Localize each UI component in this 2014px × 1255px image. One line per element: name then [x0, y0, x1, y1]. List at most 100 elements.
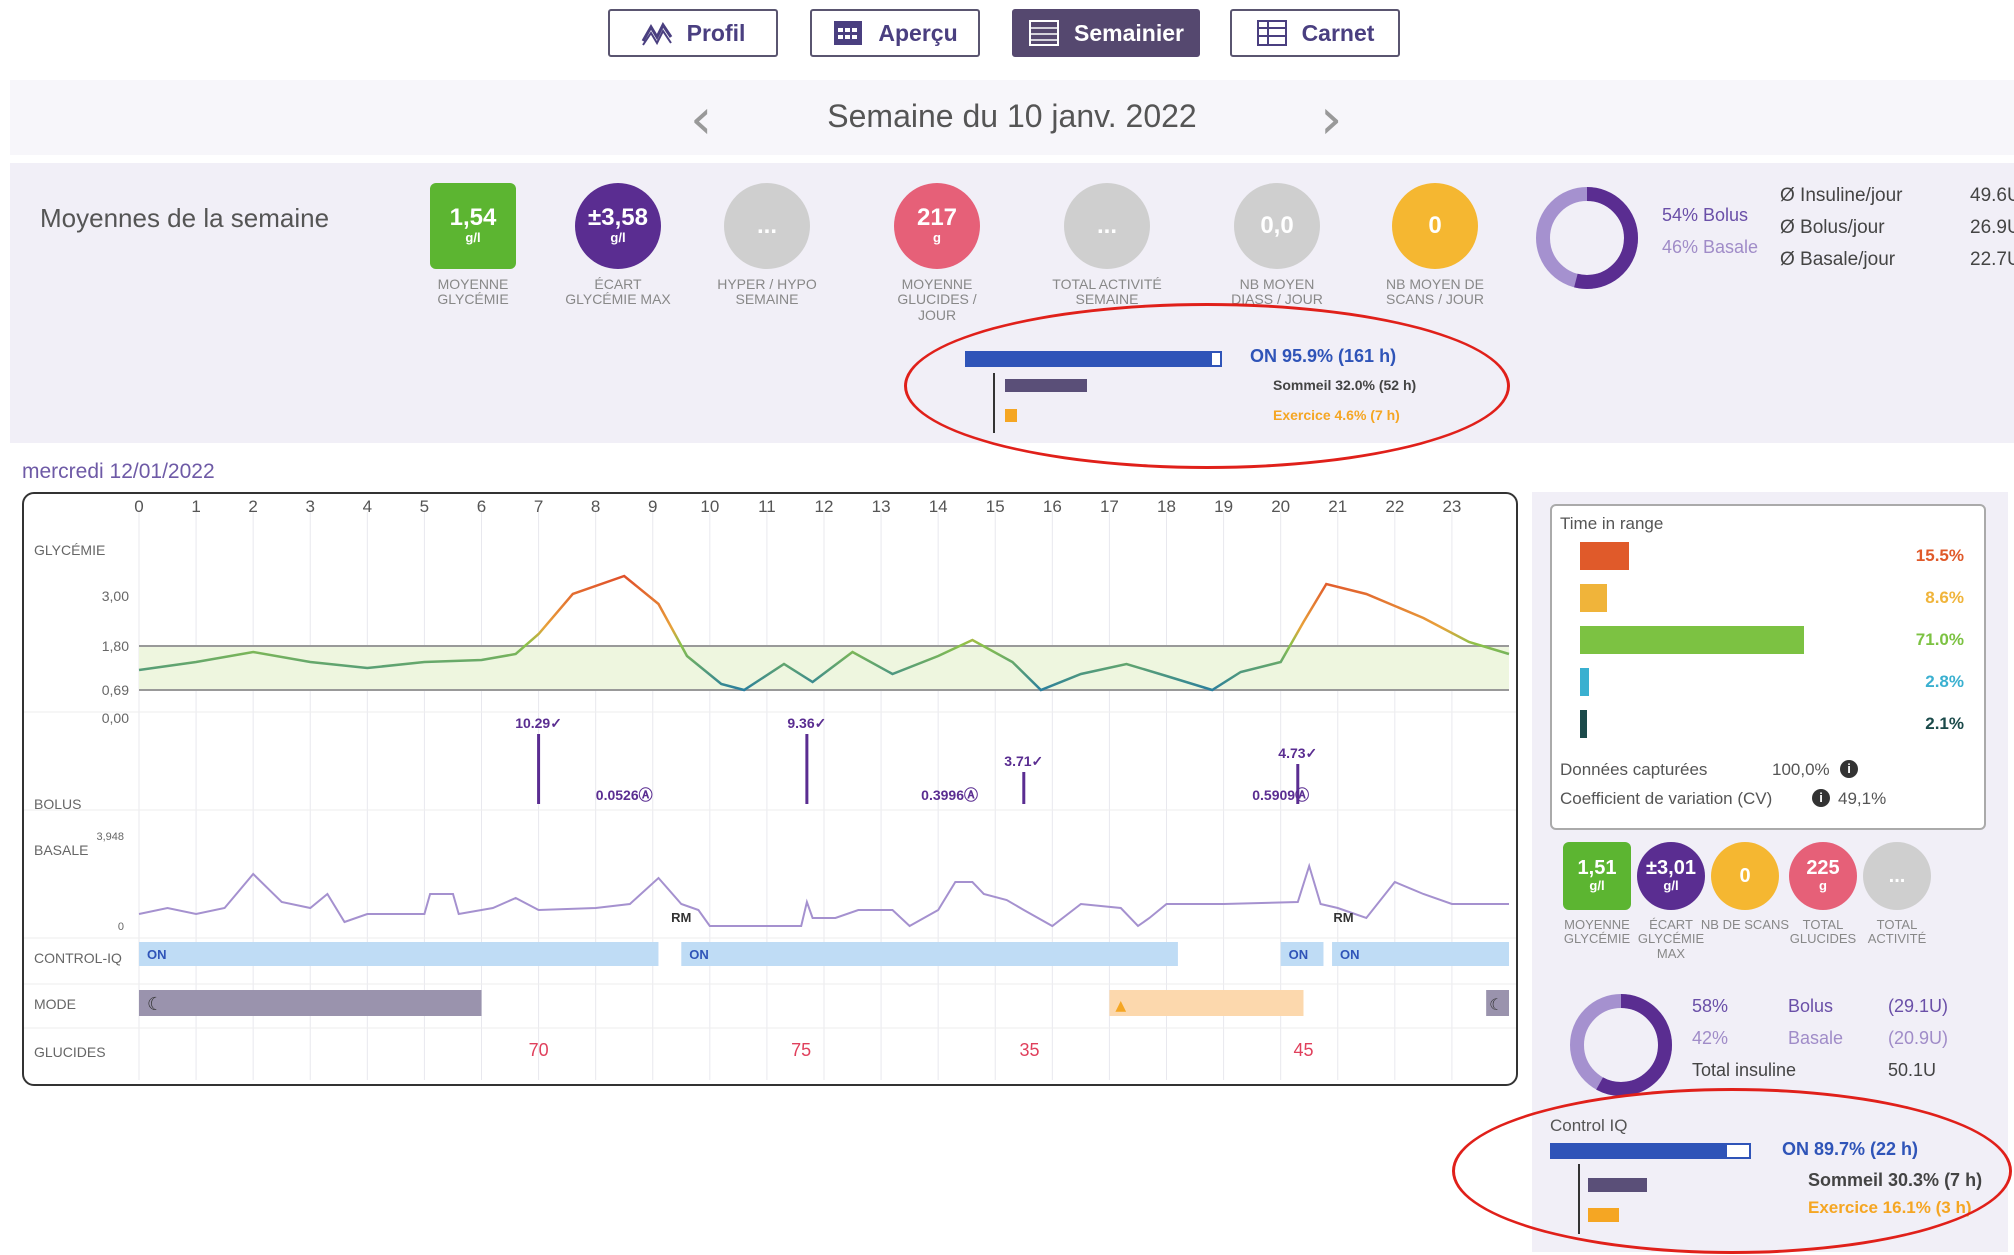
day-stat-caption: TOTAL ACTIVITÉ: [1867, 917, 1927, 947]
hour-tick-label: 18: [1157, 497, 1176, 516]
cv-value: 49,1%: [1838, 789, 1887, 808]
day-total-insulin-value: 50.1U: [1888, 1060, 1937, 1080]
weekly-stat-caption: MOYENNE GLUCIDES / JOUR: [897, 276, 977, 323]
tab-carnet[interactable]: Carnet: [1230, 9, 1400, 57]
day-stat-badge: ...: [1863, 842, 1931, 910]
hour-tick-label: 3: [306, 497, 315, 516]
day-chart: 0 1 2 3 4 5 6 7 8 9 10 11 12 13 14 15 16 17 18 19 20 21 22 23 3,…: [22, 492, 1518, 1086]
tir-value: 2.1%: [1925, 714, 1964, 733]
controliq-segment-label: ON: [1340, 947, 1360, 962]
captured-data-value: 100,0%: [1772, 760, 1830, 779]
tir-value: 15.5%: [1915, 546, 1964, 565]
glycemie-y-tick: 0,00: [102, 710, 129, 726]
tir-value: 71.0%: [1915, 630, 1964, 649]
row-label-glycemie: GLYCÉMIE: [34, 542, 106, 558]
bolus-label: 3.71✓: [1004, 753, 1043, 769]
weekly-stat-caption: ÉCART GLYCÉMIE MAX: [565, 276, 671, 308]
day-chart-svg: 0 1 2 3 4 5 6 7 8 9 10 11 12 13 14 15 16 17 18 19 20 21 22 233,…: [24, 497, 1516, 1080]
hour-tick-label: 1: [191, 497, 200, 516]
day-basale-label: Basale: [1788, 1028, 1844, 1048]
weekly-stat-badge: ...: [724, 183, 810, 269]
day-stat-badge: ±3,01 g/l: [1637, 842, 1705, 910]
weekly-insulin-donut: [1536, 187, 1638, 289]
auto-bolus-label: 0.5909Ⓐ: [1252, 787, 1309, 803]
exercise-mode-bar: [1109, 990, 1304, 1016]
cv-info-icon[interactable]: i: [1812, 789, 1830, 807]
highlight-oval-weekly-controliq: [904, 303, 1510, 469]
hour-tick-label: 11: [758, 497, 776, 516]
day-stat-value: 0: [1739, 865, 1751, 887]
day-stat-unit: g/l: [1589, 878, 1605, 894]
hour-tick-label: 14: [929, 497, 948, 516]
weekly-stat: 0 NB MOYEN DE SCANS / JOUR: [1370, 183, 1500, 308]
tab-apercu[interactable]: Aperçu: [810, 9, 980, 57]
highlight-oval-day-controliq: [1452, 1088, 2012, 1254]
row-label-mode: MODE: [34, 996, 76, 1012]
next-week-chevron-icon[interactable]: ›: [1320, 92, 1342, 148]
week-navigator: ‹ Semaine du 10 janv. 2022 ›: [10, 80, 2014, 155]
hour-tick-label: 20: [1271, 497, 1290, 516]
weekly-insulin-value: 26.9U: [1970, 217, 2014, 238]
row-label-controliq: CONTROL-IQ: [34, 950, 122, 966]
weekly-stat-caption: NB MOYEN DE SCANS / JOUR: [1385, 276, 1484, 308]
day-stat-unit: g: [1819, 878, 1827, 894]
target-range-band: [139, 646, 1509, 690]
hour-tick-label: 22: [1385, 497, 1404, 516]
weekly-averages-label: Moyennes de la semaine: [40, 203, 330, 233]
day-bolus-label: Bolus: [1788, 996, 1834, 1016]
controliq-segment-label: ON: [689, 947, 709, 962]
weekly-stat-caption: TOTAL ACTIVITÉ SEMAINE: [1052, 276, 1162, 308]
hour-tick-label: 19: [1214, 497, 1233, 516]
tab-profil[interactable]: Profil: [608, 9, 778, 57]
weekly-stat-unit: g: [933, 230, 941, 246]
captured-data-label: Données capturées: [1560, 760, 1708, 779]
glycemie-y-tick: 0,69: [102, 682, 129, 698]
tab-semainier[interactable]: Semainier: [1012, 9, 1200, 57]
day-basale-units: (20.9U): [1888, 1028, 1949, 1048]
tab-semainier-label: Semainier: [1074, 19, 1184, 46]
row-label-glucides: GLUCIDES: [34, 1044, 106, 1060]
cv-label: Coefficient de variation (CV): [1560, 789, 1773, 808]
day-stat-value: 225: [1806, 857, 1840, 880]
weekly-stat-unit: g/l: [610, 230, 626, 246]
weekly-stat-badge: ...: [1064, 183, 1150, 269]
weekly-stat-value: 0,0: [1260, 212, 1294, 239]
week-grid-icon: [1029, 20, 1060, 46]
hour-tick-label: 4: [363, 497, 372, 516]
rm-label: RM: [671, 910, 691, 925]
day-bolus-percent: 58%: [1692, 996, 1729, 1016]
weekly-bolus-percent: 54% Bolus: [1662, 205, 1749, 225]
weekly-stat: 1,54 g/l MOYENNE GLYCÉMIE: [408, 183, 538, 308]
week-title: Semaine du 10 janv. 2022: [827, 98, 1197, 134]
weekly-insulin-label: Ø Bolus/jour: [1780, 217, 1885, 238]
time-in-range-box: Time in range 15.5% 8.6% 71.0% 2.8% 2.1% Don…: [1550, 504, 1986, 830]
tab-profil-label: Profil: [686, 19, 746, 46]
day-basale-percent: 42%: [1692, 1028, 1729, 1048]
weekly-stat-value: ...: [1096, 212, 1117, 239]
profile-chart-icon: [641, 22, 672, 46]
glucides-value: 45: [1293, 1040, 1313, 1060]
weekly-stat-value: 1,54: [449, 204, 497, 232]
tir-bar: [1580, 542, 1629, 570]
hour-tick-label: 16: [1043, 497, 1062, 516]
day-stat: ... TOTAL ACTIVITÉ: [1852, 842, 1942, 947]
weekly-stat-badge: 1,54 g/l: [430, 183, 516, 269]
weekly-insulin-label: Ø Basale/jour: [1780, 249, 1896, 270]
tir-value: 8.6%: [1925, 588, 1964, 607]
logbook-icon: [1256, 20, 1287, 46]
hour-tick-label: 0: [134, 497, 143, 516]
calendar-icon: [834, 21, 863, 45]
weekly-stat: 217 g MOYENNE GLUCIDES / JOUR: [872, 183, 1002, 323]
captured-data-info-icon[interactable]: i: [1840, 760, 1858, 778]
weekly-stat-value: ±3,58: [588, 204, 648, 232]
weekly-stat-caption: HYPER / HYPO SEMAINE: [717, 276, 817, 308]
tir-bar: [1580, 710, 1587, 738]
row-label-basale: BASALE: [34, 842, 89, 858]
weekly-stat: ... TOTAL ACTIVITÉ SEMAINE: [1042, 183, 1172, 308]
weekly-stat-caption: MOYENNE GLYCÉMIE: [437, 276, 509, 308]
day-stat-badge: 0: [1711, 842, 1779, 910]
sleep-mode-bar: [139, 990, 482, 1016]
weekly-stat: ... HYPER / HYPO SEMAINE: [702, 183, 832, 308]
hour-tick-label: 9: [648, 497, 657, 516]
day-stat-caption: NB DE SCANS: [1700, 917, 1790, 932]
